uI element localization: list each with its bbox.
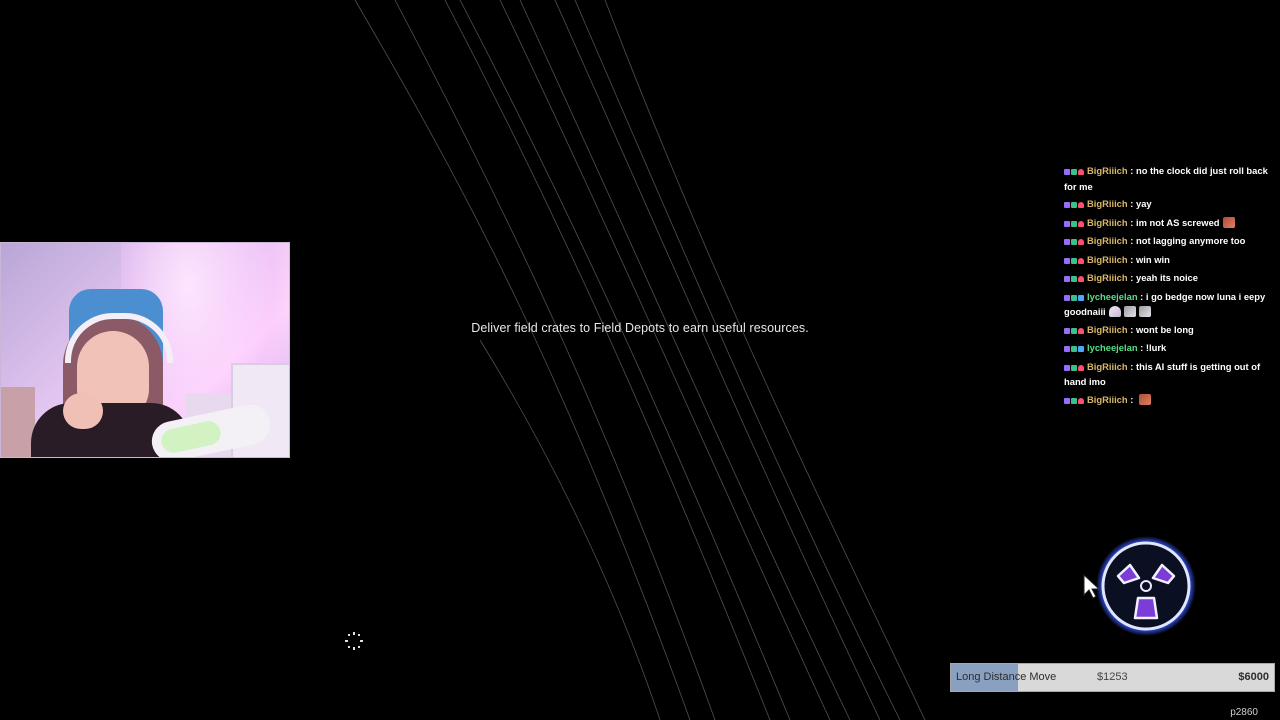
radial-wheel-icon[interactable] [1096,536,1196,636]
chat-username: BigRiiich [1087,272,1128,283]
chat-text: !lurk [1145,342,1167,353]
chat-emote-icon [1138,393,1151,405]
streamer-webcam-overlay [0,242,290,458]
chat-username: BigRiiich [1087,216,1128,228]
chat-badges-icon [1064,291,1085,306]
job-progress-bar: Long Distance Move $1253 $6000 [950,663,1275,692]
chat-username: BigRiiich [1087,235,1128,246]
chat-badges-icon [1064,272,1085,287]
chat-emote-icon [1138,306,1151,317]
chat-separator: : [1127,272,1136,283]
chat-message: BigRiiich : win win [1064,253,1276,269]
chat-username: BigRiiich [1087,393,1128,405]
chat-emote-icon [1222,216,1235,228]
chat-text: wont be long [1135,323,1194,335]
chat-username: lycheejelan [1087,290,1138,302]
chat-badges-icon [1064,342,1085,357]
chat-separator: : [1127,323,1136,335]
chat-separator: : [1137,290,1146,302]
chat-separator: : [1127,216,1136,228]
chat-badges-icon [1064,254,1085,269]
chat-message: lycheejelan : !lurk [1064,341,1276,357]
chat-badges-icon [1064,324,1085,339]
chat-separator: : [1127,198,1136,209]
job-current-earnings: $1253 [1097,671,1128,683]
chat-username: BigRiiich [1087,253,1128,265]
chat-emote-icon [1108,306,1121,317]
job-target-earnings: $6000 [1238,671,1269,683]
chat-text: yeah its noice [1135,272,1198,283]
chat-badges-icon [1064,235,1085,250]
chat-username: BigRiiich [1087,360,1128,372]
chat-separator: : [1127,360,1136,372]
chat-message: BigRiiich : yay [1064,197,1276,213]
chat-message: BigRiiich : no the clock did just roll b… [1064,164,1276,194]
chat-text: not lagging anymore too [1135,235,1246,246]
chat-separator: : [1137,342,1146,353]
chat-message: BigRiiich : [1064,393,1276,409]
job-name-label: Long Distance Move [956,671,1057,683]
chat-message: BigRiiich : im not AS screwed [1064,216,1276,232]
chat-message: BigRiiich : yeah its noice [1064,271,1276,287]
chat-badges-icon [1064,165,1085,180]
chat-emote-icon [1123,306,1136,317]
chat-message: BigRiiich : not lagging anymore too [1064,234,1276,250]
chat-separator: : [1127,235,1136,246]
chat-separator: : [1127,165,1136,176]
chat-username: lycheejelan [1087,342,1138,353]
chat-username: BigRiiich [1087,198,1128,209]
chat-message: lycheejelan : i go bedge now luna i eepy… [1064,290,1276,320]
chat-separator: : [1127,393,1136,405]
chat-badges-icon [1064,198,1085,213]
chat-username: BigRiiich [1087,165,1128,176]
chat-text: win win [1135,253,1170,265]
game-viewport[interactable]: Deliver field crates to Field Depots to … [0,0,1280,720]
chat-badges-icon [1064,394,1085,409]
chat-badges-icon [1064,217,1085,232]
stream-chat-overlay: BigRiiich : no the clock did just roll b… [1064,164,1276,411]
chat-username: BigRiiich [1087,323,1128,335]
chat-text: yay [1135,198,1152,209]
chat-message: BigRiiich : wont be long [1064,323,1276,339]
chat-badges-icon [1064,361,1085,376]
chat-text: im not AS screwed [1135,216,1220,228]
frame-label: p2860 [1230,707,1258,718]
chat-separator: : [1127,253,1136,265]
chat-message: BigRiiich : this AI stuff is getting out… [1064,360,1276,390]
reticle-icon [345,632,363,650]
